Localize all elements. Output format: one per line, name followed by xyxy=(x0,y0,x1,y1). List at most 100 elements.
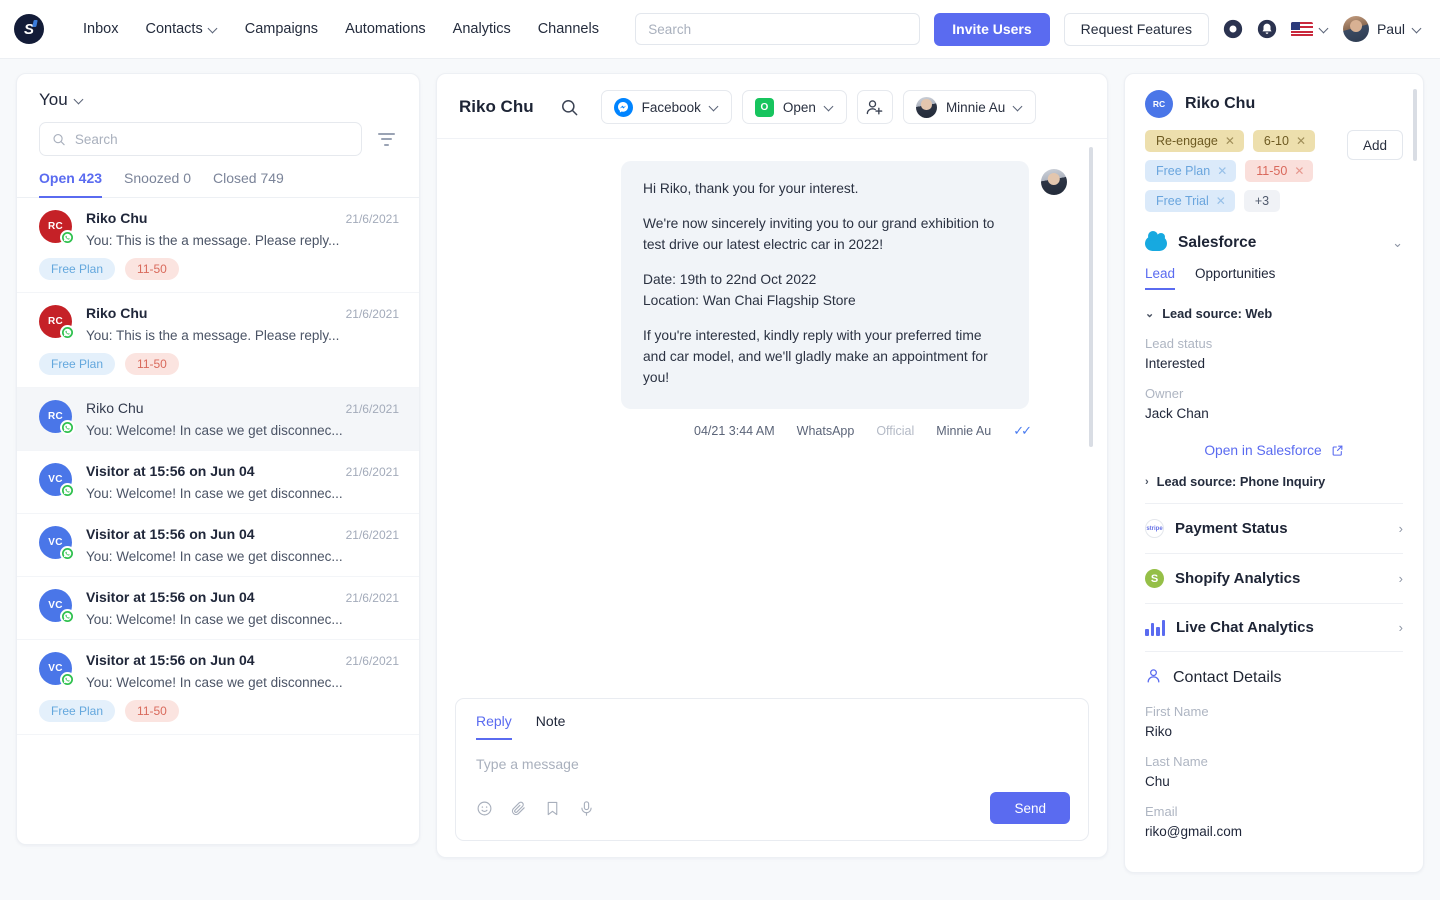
salesforce-fields: Lead statusInterestedOwnerJack Chan xyxy=(1145,336,1403,421)
conversation-list-item[interactable]: VCVisitor at 15:56 on Jun 0421/6/2021You… xyxy=(17,577,419,640)
field-value: Interested xyxy=(1145,356,1403,371)
nav-link-automations[interactable]: Automations xyxy=(332,13,439,45)
saved-reply-icon[interactable] xyxy=(544,800,561,817)
salesforce-section-header[interactable]: Salesforce ⌄ xyxy=(1145,234,1403,252)
contact-panel-scrollbar[interactable] xyxy=(1413,89,1417,161)
conversation-search-icon[interactable] xyxy=(560,98,579,117)
chevron-right-icon[interactable]: › xyxy=(1399,521,1403,536)
close-icon[interactable]: ✕ xyxy=(1296,134,1306,148)
message-composer: Reply Note Send xyxy=(455,698,1089,841)
conversation-search-input[interactable] xyxy=(75,132,349,147)
us-flag-icon[interactable] xyxy=(1291,22,1329,37)
salesforce-tab-lead[interactable]: Lead xyxy=(1145,266,1175,290)
chevron-right-icon[interactable]: › xyxy=(1399,620,1403,635)
conversation-list-item[interactable]: VCVisitor at 15:56 on Jun 0421/6/2021You… xyxy=(17,514,419,577)
conversation-search[interactable] xyxy=(39,122,362,156)
section-shopify-analytics[interactable]: SShopify Analytics› xyxy=(1145,553,1403,603)
composer-input-wrap[interactable] xyxy=(456,740,1088,778)
attachment-icon[interactable] xyxy=(510,800,527,817)
tab-closed[interactable]: Closed 749 xyxy=(213,170,284,198)
filter-icon[interactable] xyxy=(374,129,399,150)
gear-icon[interactable] xyxy=(1223,19,1243,39)
assignee-label: Minnie Au xyxy=(946,100,1005,115)
integration-sections: stripePayment Status›SShopify Analytics›… xyxy=(1145,503,1403,651)
open-in-salesforce-link[interactable]: Open in Salesforce xyxy=(1145,443,1403,458)
close-icon[interactable]: ✕ xyxy=(1217,164,1227,178)
salesforce-tab-opportunities[interactable]: Opportunities xyxy=(1195,266,1275,290)
contact-tag[interactable]: Free Trial✕ xyxy=(1145,190,1235,212)
add-tag-button[interactable]: Add xyxy=(1347,130,1403,160)
close-icon[interactable]: ✕ xyxy=(1294,164,1304,178)
status-selector[interactable]: O Open xyxy=(742,90,847,124)
contact-tag[interactable]: 11-50✕ xyxy=(1245,160,1313,182)
close-icon[interactable]: ✕ xyxy=(1216,194,1226,208)
section-payment-status[interactable]: stripePayment Status› xyxy=(1145,503,1403,553)
voice-note-icon[interactable] xyxy=(578,800,595,817)
conversation-list-item[interactable]: VCVisitor at 15:56 on Jun 0421/6/2021You… xyxy=(17,451,419,514)
message-input[interactable] xyxy=(476,756,1068,772)
assignee-selector[interactable]: Minnie Au xyxy=(903,90,1036,124)
lead-source-phone-accordion[interactable]: › Lead source: Phone Inquiry xyxy=(1145,474,1403,489)
contact-panel-content: RC Riko Chu Re-engage✕ 6-10✕ Free Plan✕ 11-… xyxy=(1125,74,1423,839)
status-badge-letter: O xyxy=(761,102,769,113)
conversation-date: 21/6/2021 xyxy=(346,402,399,416)
message-metadata: 04/21 3:44 AM WhatsApp Official Minnie A… xyxy=(477,423,1029,439)
global-search-input[interactable] xyxy=(648,22,907,37)
nav-link-contacts[interactable]: Contacts xyxy=(132,13,230,45)
user-menu[interactable]: Paul xyxy=(1343,16,1422,42)
message-bubble: Hi Riko, thank you for your interest.We'… xyxy=(621,161,1029,409)
channel-selector[interactable]: Facebook xyxy=(601,90,732,124)
contact-tag[interactable]: Re-engage✕ xyxy=(1145,130,1244,152)
chevron-right-icon[interactable]: › xyxy=(1399,571,1403,586)
bell-icon[interactable] xyxy=(1257,19,1277,39)
conversation-list-item[interactable]: VCVisitor at 15:56 on Jun 0421/6/2021You… xyxy=(17,640,419,735)
status-chevron-down-icon xyxy=(825,103,834,112)
chevron-down-icon[interactable]: ⌄ xyxy=(1392,235,1403,251)
nav-link-campaigns[interactable]: Campaigns xyxy=(232,13,331,45)
global-search[interactable] xyxy=(635,13,920,45)
nav-link-analytics[interactable]: Analytics xyxy=(440,13,524,45)
whatsapp-channel-icon xyxy=(60,546,75,561)
close-icon[interactable]: ✕ xyxy=(1225,134,1235,148)
message-badge: Official xyxy=(876,424,914,438)
conversation-list-item[interactable]: RCRiko Chu21/6/2021You: This is the a me… xyxy=(17,293,419,388)
composer-tab-note[interactable]: Note xyxy=(536,713,566,740)
tab-snoozed[interactable]: Snoozed 0 xyxy=(124,170,191,198)
tab-open[interactable]: Open 423 xyxy=(39,170,102,198)
inbox-scope-selector[interactable]: You xyxy=(17,74,419,120)
salesforce-tabs: Lead Opportunities xyxy=(1145,266,1403,290)
field-value: riko@gmail.com xyxy=(1145,824,1403,839)
tags-overflow-badge[interactable]: +3 xyxy=(1244,190,1280,212)
contact-tag[interactable]: 6-10✕ xyxy=(1253,130,1315,152)
conversation-header: Riko Chu Facebook O Open xyxy=(437,74,1107,139)
conversation-preview: You: This is the a message. Please reply… xyxy=(86,328,399,343)
nav-link-channels[interactable]: Channels xyxy=(525,13,612,45)
status-badge: 11-50 xyxy=(125,353,179,375)
request-features-button[interactable]: Request Features xyxy=(1064,13,1209,46)
send-button[interactable]: Send xyxy=(990,792,1070,824)
contact-details-fields: First NameRikoLast NameChuEmailriko@gmai… xyxy=(1145,704,1403,839)
app-logo[interactable]: S xyxy=(14,14,44,44)
contact-details-header[interactable]: Contact Details xyxy=(1145,651,1403,689)
contact-header: RC Riko Chu xyxy=(1145,90,1403,118)
conversation-date: 21/6/2021 xyxy=(346,465,399,479)
section-live-chat-analytics[interactable]: Live Chat Analytics› xyxy=(1145,603,1403,651)
contact-tag[interactable]: Free Plan✕ xyxy=(1145,160,1236,182)
nav-link-inbox[interactable]: Inbox xyxy=(70,13,131,45)
conversation-name: Visitor at 15:56 on Jun 04 xyxy=(86,463,255,479)
open-status-icon: O xyxy=(755,98,774,117)
conversation-list-item[interactable]: RCRiko Chu21/6/2021You: Welcome! In case… xyxy=(17,388,419,451)
conversation-date: 21/6/2021 xyxy=(346,591,399,605)
conversation-list-item[interactable]: RCRiko Chu21/6/2021You: This is the a me… xyxy=(17,198,419,293)
main-nav-links: InboxContactsCampaignsAutomationsAnalyti… xyxy=(70,13,612,45)
message-thread-scrollbar[interactable] xyxy=(1089,147,1093,447)
invite-users-button[interactable]: Invite Users xyxy=(934,13,1049,46)
app-logo-letter: S xyxy=(24,21,34,38)
conversation-list[interactable]: RCRiko Chu21/6/2021You: This is the a me… xyxy=(17,198,419,844)
chevron-down-icon xyxy=(75,96,84,105)
add-user-icon[interactable] xyxy=(857,90,893,124)
composer-tab-reply[interactable]: Reply xyxy=(476,713,512,740)
emoji-icon[interactable] xyxy=(476,800,493,817)
salesforce-cloud-icon xyxy=(1145,236,1167,251)
lead-source-web-accordion[interactable]: ⌄ Lead source: Web xyxy=(1145,306,1403,321)
